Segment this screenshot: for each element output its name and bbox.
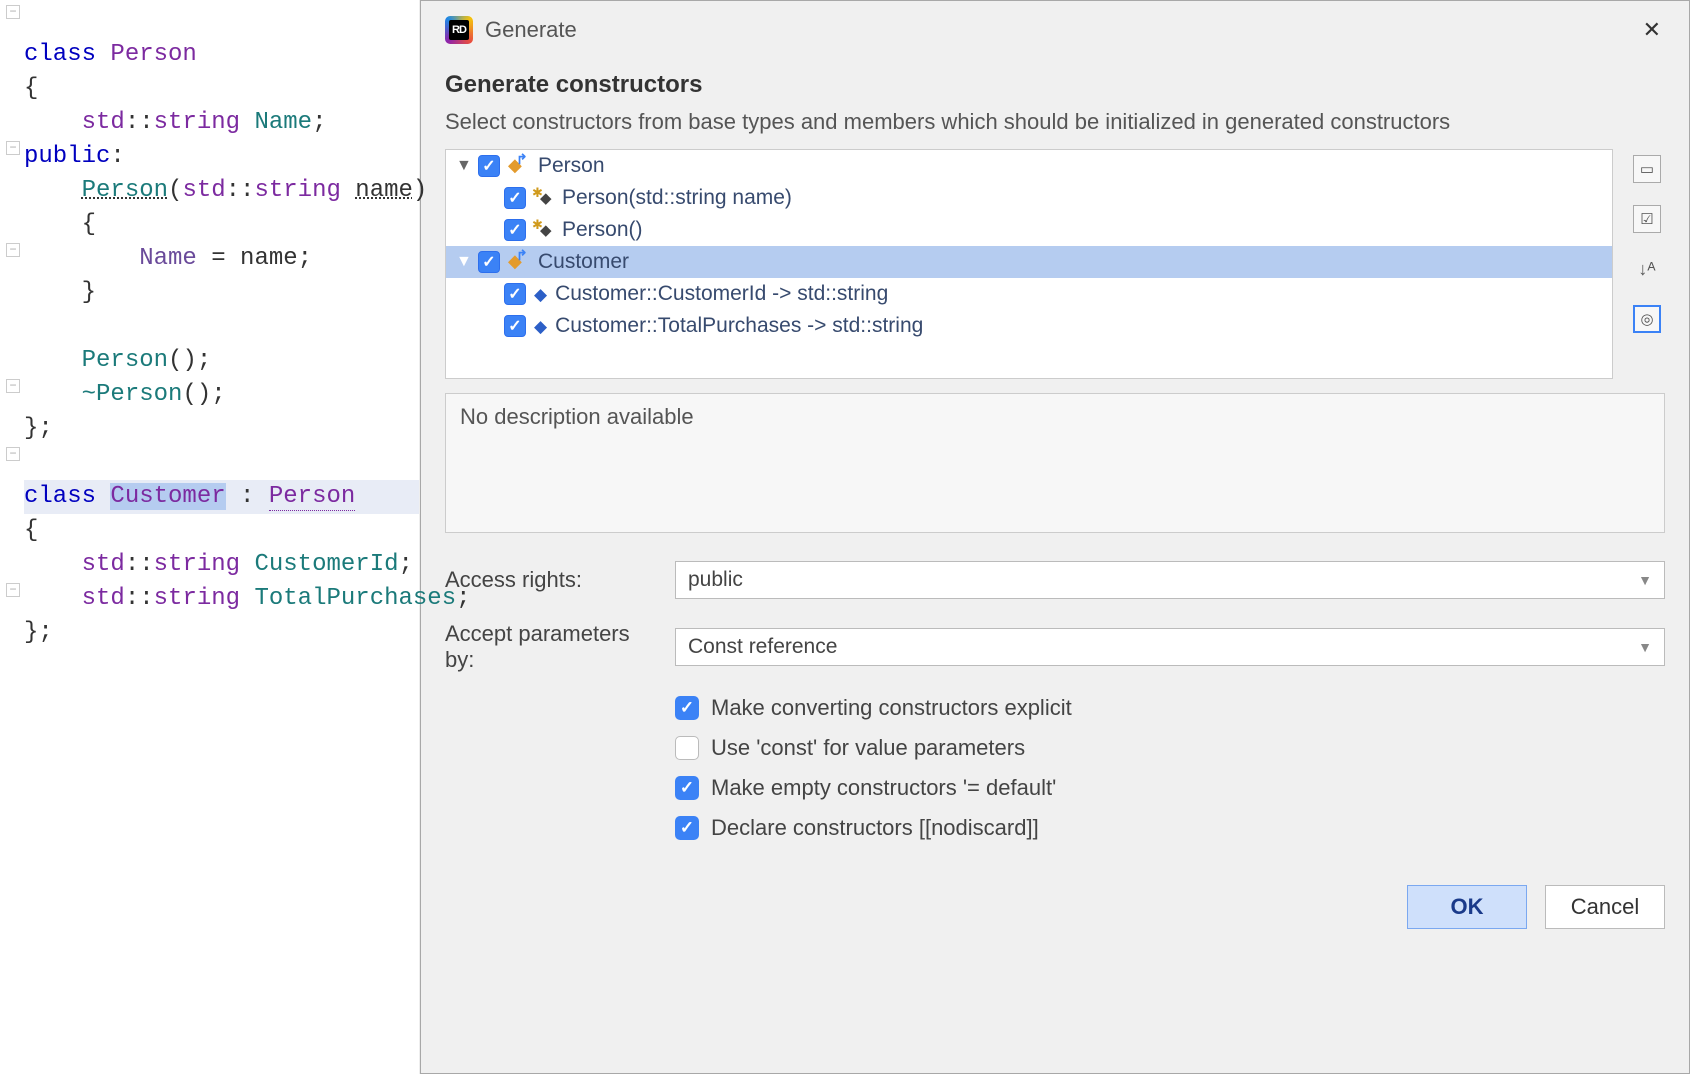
opt-empty-default[interactable]: ✓ Make empty constructors '= default' — [675, 775, 1665, 801]
tree-label: Person() — [562, 218, 643, 242]
tree-node-person[interactable]: ▼ ✓ Person — [446, 150, 1612, 182]
tree-label: Customer — [538, 250, 629, 274]
tree-node-field2[interactable]: ✓ Customer::TotalPurchases -> std::strin… — [446, 310, 1612, 342]
dialog-buttons: OK Cancel — [445, 885, 1665, 929]
opt-nodiscard[interactable]: ✓ Declare constructors [[nodiscard]] — [675, 815, 1665, 841]
select-value: Const reference — [688, 635, 837, 659]
expand-icon[interactable]: ▼ — [456, 157, 470, 175]
access-rights-label: Access rights: — [445, 567, 655, 593]
code-area[interactable]: class Person { std::string Name; public:… — [0, 4, 419, 650]
checkbox[interactable]: ✓ — [504, 283, 526, 305]
tree-label: Customer::CustomerId -> std::string — [555, 282, 888, 306]
checkbox[interactable]: ✓ — [504, 187, 526, 209]
fold-icon[interactable]: − — [6, 5, 20, 19]
close-icon[interactable]: ✕ — [1639, 11, 1665, 49]
checkbox-label: Make empty constructors '= default' — [711, 775, 1056, 801]
ok-button[interactable]: OK — [1407, 885, 1527, 929]
class-icon — [508, 157, 530, 175]
rider-icon — [445, 16, 473, 44]
tree-section: ▼ ✓ Person ✓ Person(std::string name) ✓ … — [445, 149, 1665, 379]
type-person: Person — [110, 41, 196, 68]
dialog-heading: Generate constructors — [445, 71, 1665, 99]
dialog-title: Generate — [485, 17, 577, 43]
description-box: No description available — [445, 393, 1665, 533]
form: Access rights: public ▼ Accept parameter… — [445, 561, 1665, 855]
field-icon — [534, 282, 547, 306]
access-rights-select[interactable]: public ▼ — [675, 561, 1665, 599]
checkbox[interactable]: ✓ — [504, 219, 526, 241]
checkbox[interactable]: ✓ — [478, 251, 500, 273]
fold-icon[interactable]: − — [6, 447, 20, 461]
checkbox[interactable]: ✓ — [675, 816, 699, 840]
expand-icon[interactable]: ▼ — [456, 253, 470, 271]
kw-class: class — [24, 41, 96, 68]
checkbox[interactable]: ✓ — [675, 776, 699, 800]
checkbox-label: Declare constructors [[nodiscard]] — [711, 815, 1039, 841]
constructor-icon — [534, 189, 554, 207]
class-icon — [508, 253, 530, 271]
checkbox[interactable]: ✓ — [675, 736, 699, 760]
tree-node-ctor1[interactable]: ✓ Person(std::string name) — [446, 182, 1612, 214]
fold-icon[interactable]: − — [6, 141, 20, 155]
titlebar: Generate ✕ — [445, 1, 1665, 65]
filter-icon[interactable]: ◎ — [1633, 305, 1661, 333]
description-text: No description available — [460, 404, 694, 429]
code-editor[interactable]: − − − − − − class Person { std::string N… — [0, 0, 420, 1074]
ctor-person: Person — [82, 177, 168, 204]
access-rights-row: Access rights: public ▼ — [445, 561, 1665, 599]
chevron-down-icon: ▼ — [1638, 639, 1652, 655]
select-value: public — [688, 568, 743, 592]
root: − − − − − − class Person { std::string N… — [0, 0, 1690, 1074]
tree-node-customer[interactable]: ▼ ✓ Customer — [446, 246, 1612, 278]
checkbox[interactable]: ✓ — [504, 315, 526, 337]
tree-node-field1[interactable]: ✓ Customer::CustomerId -> std::string — [446, 278, 1612, 310]
fold-icon[interactable]: − — [6, 379, 20, 393]
fold-icon[interactable]: − — [6, 243, 20, 257]
checkbox[interactable]: ✓ — [478, 155, 500, 177]
sort-az-icon[interactable]: ↓ᴬ — [1633, 255, 1661, 283]
accept-params-row: Accept parameters by: Const reference ▼ — [445, 621, 1665, 673]
member-name: Name — [254, 109, 312, 136]
select-all-icon[interactable]: ☑ — [1633, 205, 1661, 233]
member-tree[interactable]: ▼ ✓ Person ✓ Person(std::string name) ✓ … — [445, 149, 1613, 379]
field-icon — [534, 314, 547, 338]
collapse-all-icon[interactable]: ▭ — [1633, 155, 1661, 183]
tree-tools: ▭ ☑ ↓ᴬ ◎ — [1629, 149, 1665, 379]
opt-const-value[interactable]: ✓ Use 'const' for value parameters — [675, 735, 1665, 761]
chevron-down-icon: ▼ — [1638, 572, 1652, 588]
type-customer: Customer — [110, 483, 225, 510]
tree-label: Person — [538, 154, 605, 178]
checkbox-label: Use 'const' for value parameters — [711, 735, 1025, 761]
opt-explicit[interactable]: ✓ Make converting constructors explicit — [675, 695, 1665, 721]
accept-params-select[interactable]: Const reference ▼ — [675, 628, 1665, 666]
dialog-subtitle: Select constructors from base types and … — [445, 109, 1665, 135]
constructor-icon — [534, 221, 554, 239]
cancel-button[interactable]: Cancel — [1545, 885, 1665, 929]
accept-params-label: Accept parameters by: — [445, 621, 655, 673]
tree-label: Person(std::string name) — [562, 186, 792, 210]
gutter: − − − − − − — [0, 0, 22, 1074]
tree-label: Customer::TotalPurchases -> std::string — [555, 314, 923, 338]
checkbox[interactable]: ✓ — [675, 696, 699, 720]
checkbox-label: Make converting constructors explicit — [711, 695, 1072, 721]
fold-icon[interactable]: − — [6, 583, 20, 597]
tree-node-ctor2[interactable]: ✓ Person() — [446, 214, 1612, 246]
generate-dialog: Generate ✕ Generate constructors Select … — [420, 0, 1690, 1074]
